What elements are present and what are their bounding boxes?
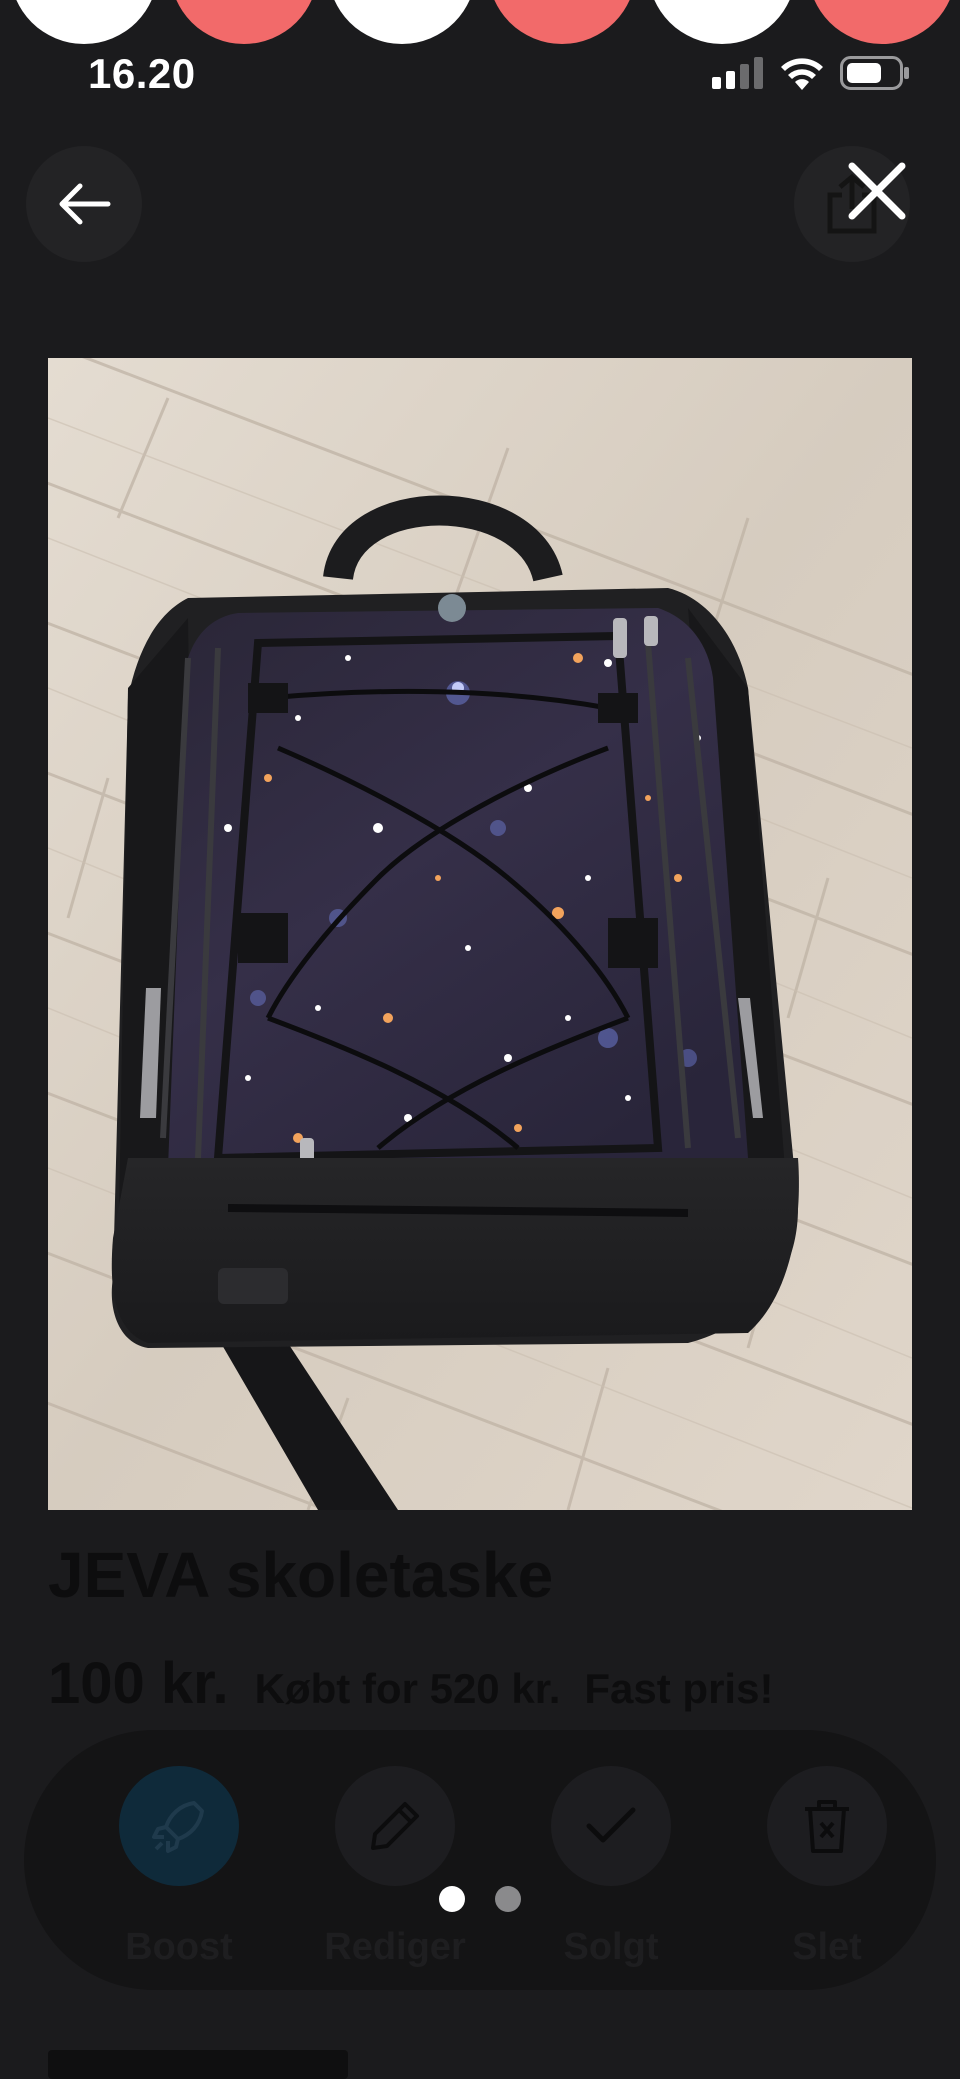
status-time: 16.20 xyxy=(88,50,196,97)
trash-icon xyxy=(805,1800,849,1853)
signal-icon xyxy=(712,57,763,89)
hidden-content-fragment xyxy=(48,2050,348,2079)
story-indicator[interactable] xyxy=(488,0,636,44)
fixed-price-text: Fast pris! xyxy=(584,1665,774,1712)
rocket-icon xyxy=(152,1801,204,1853)
edit-button[interactable]: Rediger xyxy=(310,1766,480,1969)
story-indicator[interactable] xyxy=(648,0,796,44)
check-icon xyxy=(586,1807,636,1843)
listing-photo[interactable] xyxy=(48,358,912,1510)
story-indicator[interactable] xyxy=(170,0,318,44)
story-indicator[interactable] xyxy=(808,0,956,44)
close-icon[interactable] xyxy=(846,160,908,222)
battery-icon xyxy=(840,56,909,90)
price: 100 kr. xyxy=(48,1651,229,1716)
sold-button[interactable]: Solgt xyxy=(526,1766,696,1969)
delete-circle xyxy=(767,1766,887,1886)
boost-circle xyxy=(119,1766,239,1886)
edit-circle xyxy=(335,1766,455,1886)
carousel-page-dots xyxy=(0,1886,960,1912)
boost-label: Boost xyxy=(125,1926,233,1968)
story-indicator[interactable] xyxy=(10,0,158,44)
sold-circle xyxy=(551,1766,671,1886)
pencil-icon xyxy=(371,1802,419,1850)
listing-title: JEVA skoletaske xyxy=(48,1539,554,1611)
delete-button[interactable]: Slet xyxy=(742,1766,912,1969)
sold-label: Solgt xyxy=(563,1926,659,1968)
delete-label: Slet xyxy=(792,1926,862,1968)
action-bar: Boost Rediger Solgt Slet xyxy=(24,1730,936,1990)
edit-label: Rediger xyxy=(324,1926,466,1968)
page-dot-1[interactable] xyxy=(439,1886,465,1912)
arrow-left-icon xyxy=(59,183,111,225)
back-button[interactable] xyxy=(26,146,142,262)
story-indicators xyxy=(0,0,960,44)
page-dot-2[interactable] xyxy=(495,1886,521,1912)
boost-button[interactable]: Boost xyxy=(94,1766,264,1969)
status-icons xyxy=(712,56,910,90)
wifi-icon xyxy=(781,58,823,90)
bought-for-text: Købt for 520 kr. xyxy=(254,1665,561,1712)
price-row: 100 kr. Købt for 520 kr. Fast pris! xyxy=(48,1650,797,1717)
story-indicator[interactable] xyxy=(328,0,476,44)
